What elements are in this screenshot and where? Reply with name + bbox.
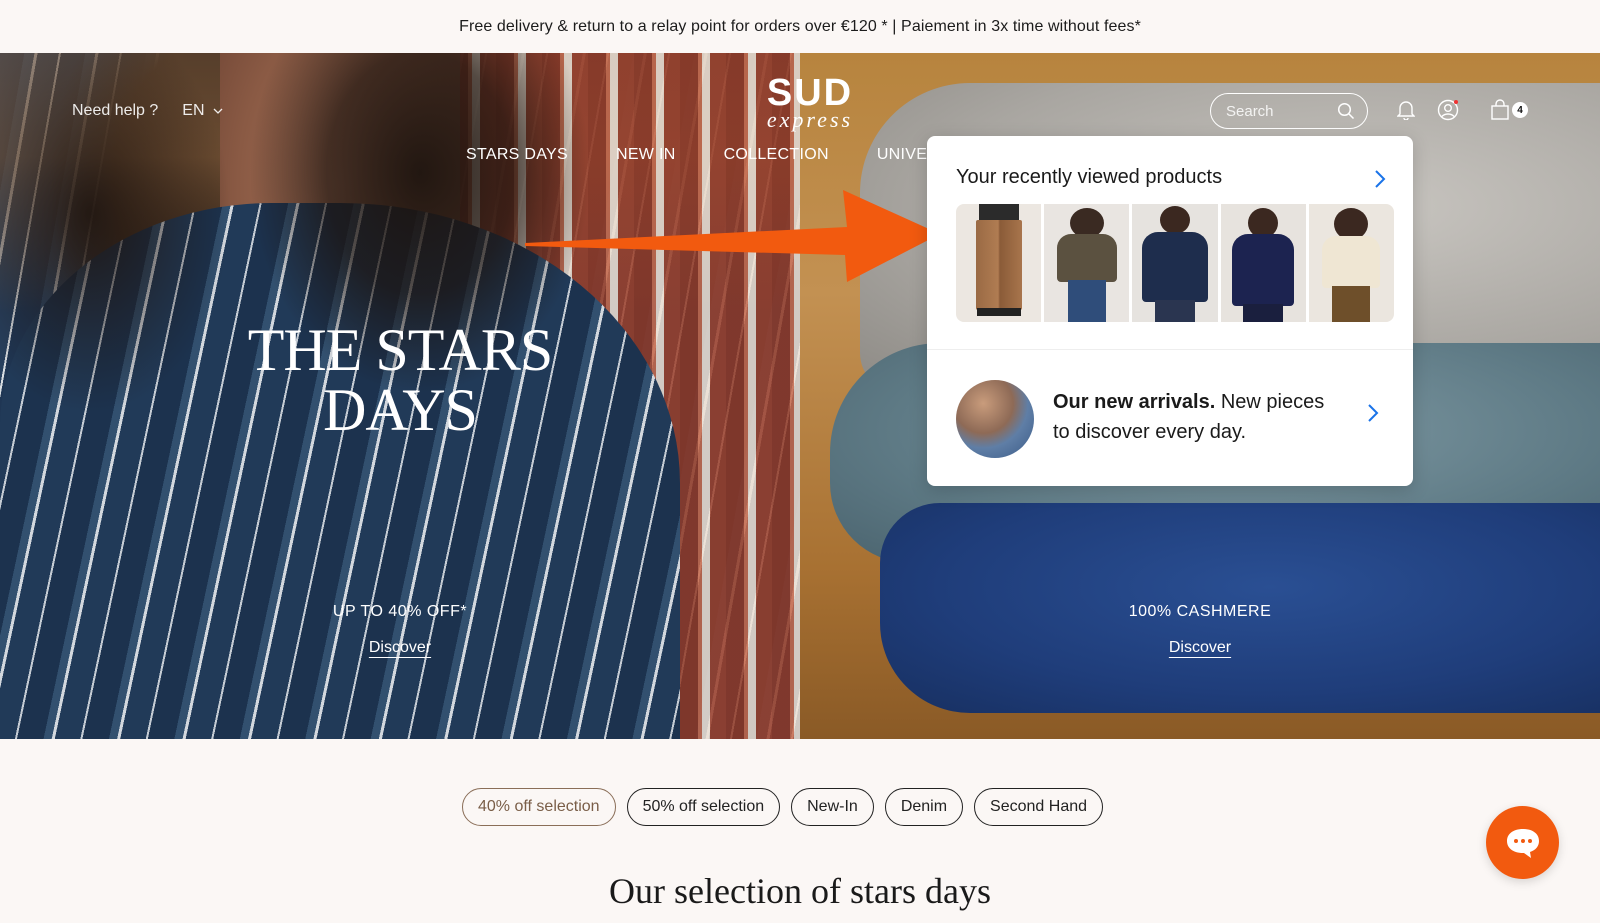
notification-button[interactable] bbox=[1394, 98, 1418, 122]
search-icon[interactable] bbox=[1337, 102, 1355, 120]
chevron-right-icon[interactable] bbox=[1367, 403, 1379, 423]
hero-left-discover-link[interactable]: Discover bbox=[340, 639, 460, 657]
user-icon bbox=[1437, 99, 1459, 121]
chat-button[interactable] bbox=[1486, 806, 1559, 879]
promo-text: Free delivery & return to a relay point … bbox=[459, 17, 1141, 35]
language-selector[interactable]: EN bbox=[182, 102, 223, 120]
thumbnail-navy-vneck[interactable] bbox=[1220, 204, 1306, 322]
nav-item-stars-days[interactable]: STARS DAYS bbox=[466, 146, 568, 164]
hero-right-subtitle: 100% CASHMERE bbox=[1128, 603, 1272, 620]
nav-item-new-in[interactable]: NEW IN bbox=[616, 146, 676, 164]
utility-nav: Need help ? EN bbox=[72, 102, 223, 120]
main-nav: STARS DAYS NEW IN COLLECTION UNIVE bbox=[466, 146, 927, 164]
thumbnail-brown-trousers[interactable] bbox=[956, 204, 1042, 322]
chevron-down-icon bbox=[213, 108, 223, 114]
bell-icon bbox=[1397, 101, 1415, 120]
chevron-right-icon[interactable] bbox=[1374, 169, 1386, 189]
popover-divider bbox=[927, 349, 1413, 350]
thumbnail-olive-blouse[interactable] bbox=[1044, 204, 1130, 322]
recently-viewed-popover: Your recently viewed products Our new ar… bbox=[927, 136, 1413, 486]
thumbnail-cream-cardigan[interactable] bbox=[1308, 204, 1394, 322]
chip-denim[interactable]: Denim bbox=[884, 788, 964, 826]
help-link[interactable]: Need help ? bbox=[72, 102, 158, 120]
logo-sub: express bbox=[766, 107, 854, 132]
nav-item-collection[interactable]: COLLECTION bbox=[724, 146, 829, 164]
cart-button[interactable] bbox=[1488, 98, 1512, 122]
recently-viewed-thumbnails bbox=[956, 204, 1394, 322]
thumbnail-navy-blouse[interactable] bbox=[1132, 204, 1218, 322]
hero-right-discover-link[interactable]: Discover bbox=[1140, 639, 1260, 657]
search-box[interactable] bbox=[1210, 93, 1368, 129]
brand-logo[interactable]: SUD express bbox=[740, 72, 880, 140]
section-title: Our selection of stars days bbox=[609, 871, 991, 911]
hero-left-subtitle: UP TO 40% OFF* bbox=[332, 603, 468, 620]
chip-40-off[interactable]: 40% off selection bbox=[462, 788, 616, 826]
chip-50-off[interactable]: 50% off selection bbox=[626, 788, 781, 826]
search-input[interactable] bbox=[1226, 102, 1336, 120]
chip-second-hand[interactable]: Second Hand bbox=[974, 788, 1104, 826]
chip-new-in[interactable]: New-In bbox=[791, 788, 874, 826]
chat-bubble-icon bbox=[1506, 828, 1539, 858]
new-arrivals-bold: Our new arrivals. bbox=[1053, 391, 1216, 413]
promo-bar: Free delivery & return to a relay point … bbox=[0, 0, 1600, 53]
hero-left-title: THE STARS DAYS bbox=[247, 317, 554, 443]
recently-viewed-title[interactable]: Your recently viewed products bbox=[956, 166, 1222, 189]
new-arrivals-image[interactable] bbox=[956, 380, 1034, 458]
cart-count-badge: 4 bbox=[1512, 102, 1528, 118]
orange-arrow-annotation bbox=[525, 190, 940, 282]
new-arrivals-text[interactable]: Our new arrivals. New pieces to discover… bbox=[1053, 387, 1343, 447]
account-button[interactable] bbox=[1436, 98, 1460, 122]
language-label: EN bbox=[182, 102, 205, 119]
filter-chips: 40% off selection 50% off selection New-… bbox=[462, 788, 1104, 826]
shopping-bag-icon bbox=[1491, 99, 1509, 120]
nav-item-universe[interactable]: UNIVE bbox=[877, 146, 927, 164]
